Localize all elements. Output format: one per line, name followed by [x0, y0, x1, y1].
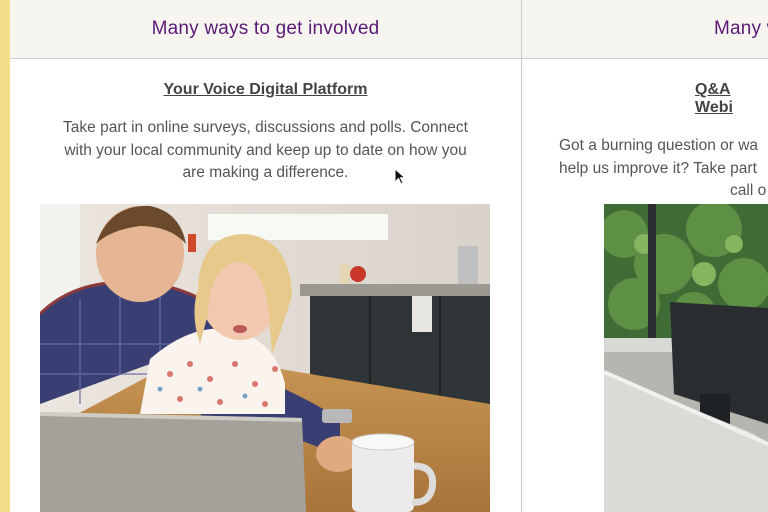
card-your-voice: Many ways to get involved Your Voice Dig… [10, 0, 522, 512]
accent-strip [0, 0, 10, 512]
description-line: help us improve it? Take part [559, 159, 757, 177]
card-qa-webinar: Many w Q&A Webi Got a burning question o… [522, 0, 768, 512]
card-header: Many ways to get involved [10, 0, 521, 59]
card-header: Many w [522, 0, 768, 59]
description-line: Take part in online surveys, discussions… [63, 119, 468, 136]
description-line: Got a burning question or wa [559, 137, 759, 154]
description-line: call o [730, 182, 767, 199]
description-line: are making a difference. [182, 164, 349, 181]
card-description: Got a burning question or wa help us imp… [559, 135, 768, 203]
family-laptop-photo [40, 204, 490, 512]
mouse-cursor-icon [394, 168, 407, 185]
card-title-link[interactable]: Your Voice Digital Platform [10, 81, 521, 99]
office-monitor-photo [604, 204, 768, 512]
card-description: Take part in online surveys, discussions… [46, 117, 486, 185]
description-line: with your local community and keep up to… [64, 141, 467, 159]
section-heading: Many w [714, 18, 768, 39]
section-heading: Many ways to get involved [151, 18, 380, 39]
card-title-link[interactable]: Q&A Webi [695, 81, 768, 117]
